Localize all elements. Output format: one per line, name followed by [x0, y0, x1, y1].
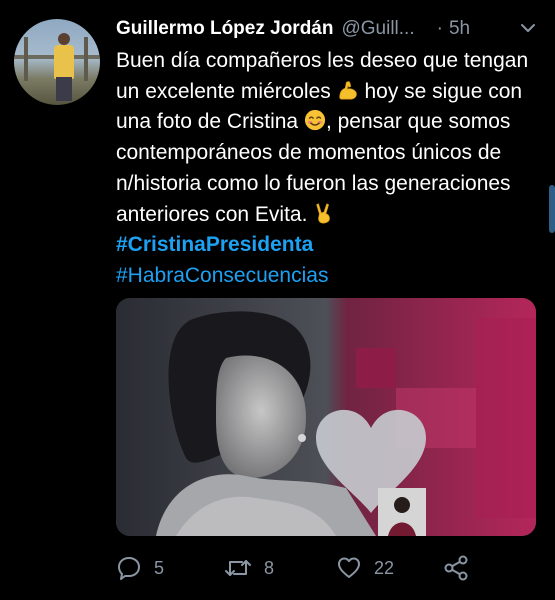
reply-button[interactable]: 5 [116, 550, 164, 586]
retweet-arrows-icon [225, 560, 251, 576]
author-handle[interactable]: @Guill... [341, 18, 414, 40]
avatar-person-legs [56, 77, 72, 101]
tweet-text: Buen día compañeros les deseo que tengan… [116, 46, 536, 292]
smiling-face-icon [304, 110, 326, 131]
avatar-railing-post [24, 37, 28, 81]
like-count: 22 [374, 557, 395, 578]
victory-hand-icon [316, 202, 331, 223]
speech-bubble-icon [118, 557, 140, 580]
chevron-down-icon[interactable] [520, 22, 536, 34]
reply-count: 5 [154, 557, 165, 578]
share-icon [444, 555, 468, 581]
avatar[interactable] [14, 19, 100, 105]
scrollbar[interactable] [549, 185, 555, 233]
like-button[interactable]: 22 [336, 550, 394, 586]
avatar-person-body [54, 45, 74, 79]
author-name[interactable]: Guillermo López Jordán [116, 18, 333, 40]
avatar-person-head [58, 33, 70, 45]
retweet-button[interactable]: 8 [224, 550, 274, 586]
tweet-actions: 5 8 22 [116, 550, 536, 586]
hashtag-link[interactable]: #CristinaPresidenta [116, 233, 313, 256]
tweet-image[interactable] [116, 298, 536, 536]
flexed-biceps-icon [339, 81, 357, 100]
hashtag-link[interactable]: #HabraConsecuencias [116, 264, 328, 287]
retweet-count: 8 [264, 557, 275, 578]
header-separator: · [436, 18, 443, 39]
tweet-header: Guillermo López Jordán @Guill... · 5h [116, 14, 470, 44]
photo-of-woman-with-heart [116, 298, 536, 536]
tweet-timestamp[interactable]: 5h [449, 18, 470, 40]
share-button[interactable] [442, 550, 470, 586]
tweet[interactable]: Guillermo López Jordán @Guill... · 5h Bu… [0, 0, 555, 600]
heart-icon [338, 557, 360, 578]
avatar-railing-post [84, 37, 88, 81]
